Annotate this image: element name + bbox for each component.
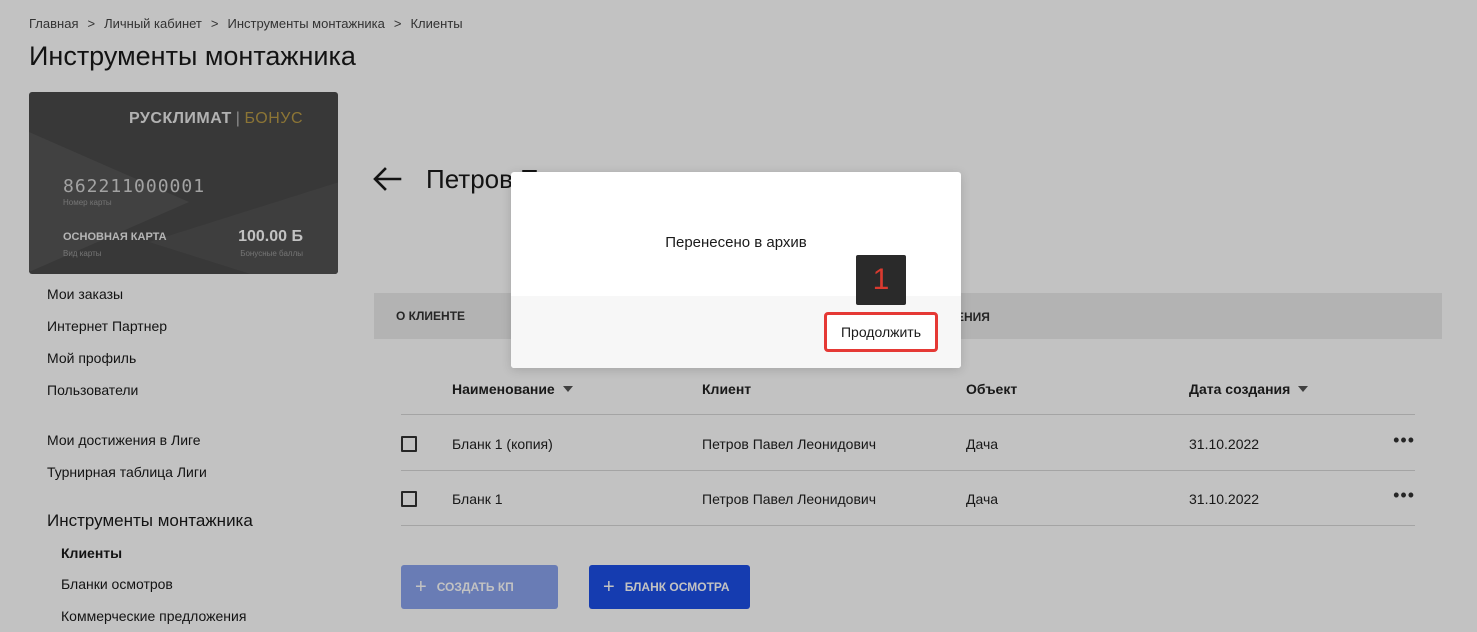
dialog-message: Перенесено в архив bbox=[665, 234, 807, 251]
continue-button[interactable]: Продолжить bbox=[824, 312, 938, 352]
step-marker: 1 bbox=[856, 255, 906, 305]
